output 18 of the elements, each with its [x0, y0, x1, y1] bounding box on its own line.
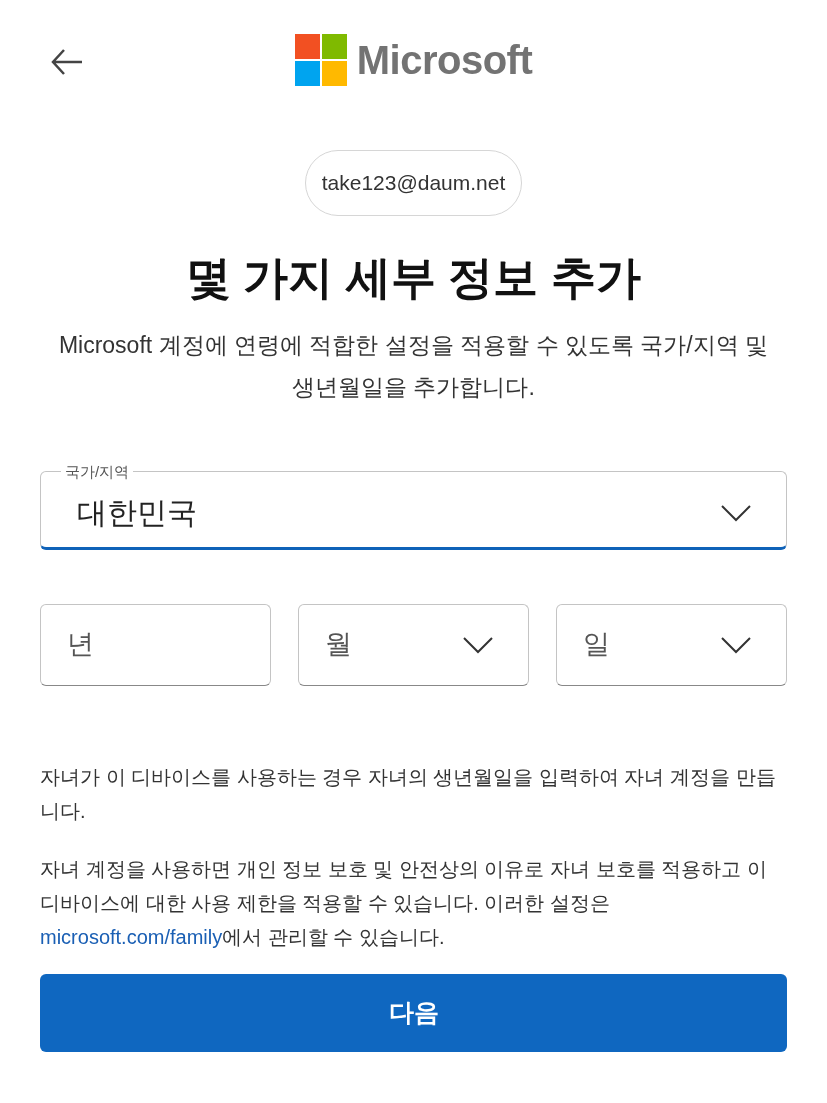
info-paragraph: 자녀가 이 디바이스를 사용하는 경우 자녀의 생년월일을 입력하여 자녀 계정을 만듭니다.	[40, 764, 777, 824]
country-label: 국가/지역	[64, 461, 131, 482]
select-placeholder: 월	[325, 628, 352, 662]
info-paragraph: 자녀 계정을 사용하면 개인 정보 보호 및 안전상의 이유로 자녀 보호를 적용하고 이 디바이스에 대한 사용 제한을 적용할 수 있습니다. 이러한 설정은 microsoft.com/family에서 관리할 수 있습니다.	[40, 856, 768, 950]
year-field[interactable]: 년	[40, 603, 271, 686]
chevron-down-icon	[720, 635, 752, 654]
brand-name: Microsoft	[356, 37, 533, 84]
select-placeholder: 일	[583, 628, 610, 662]
page-title: 몇 가지 세부 정보 추가	[185, 250, 642, 305]
date-select[interactable]: 월	[298, 603, 529, 686]
windows-logo-icon	[294, 34, 347, 86]
chevron-down-icon	[720, 503, 752, 522]
chevron-down-icon	[462, 635, 494, 654]
next-button[interactable]: 다음	[40, 973, 787, 1052]
date-select[interactable]: 일	[556, 603, 787, 686]
description: Microsoft 계정에 연령에 적합한 설정을 적용할 수 있도록 국가/지역 및 생년월일을 추가합니다.	[57, 330, 770, 402]
family-link[interactable]: microsoft.com/family	[40, 925, 223, 948]
country-value: 대한민국	[77, 495, 197, 531]
